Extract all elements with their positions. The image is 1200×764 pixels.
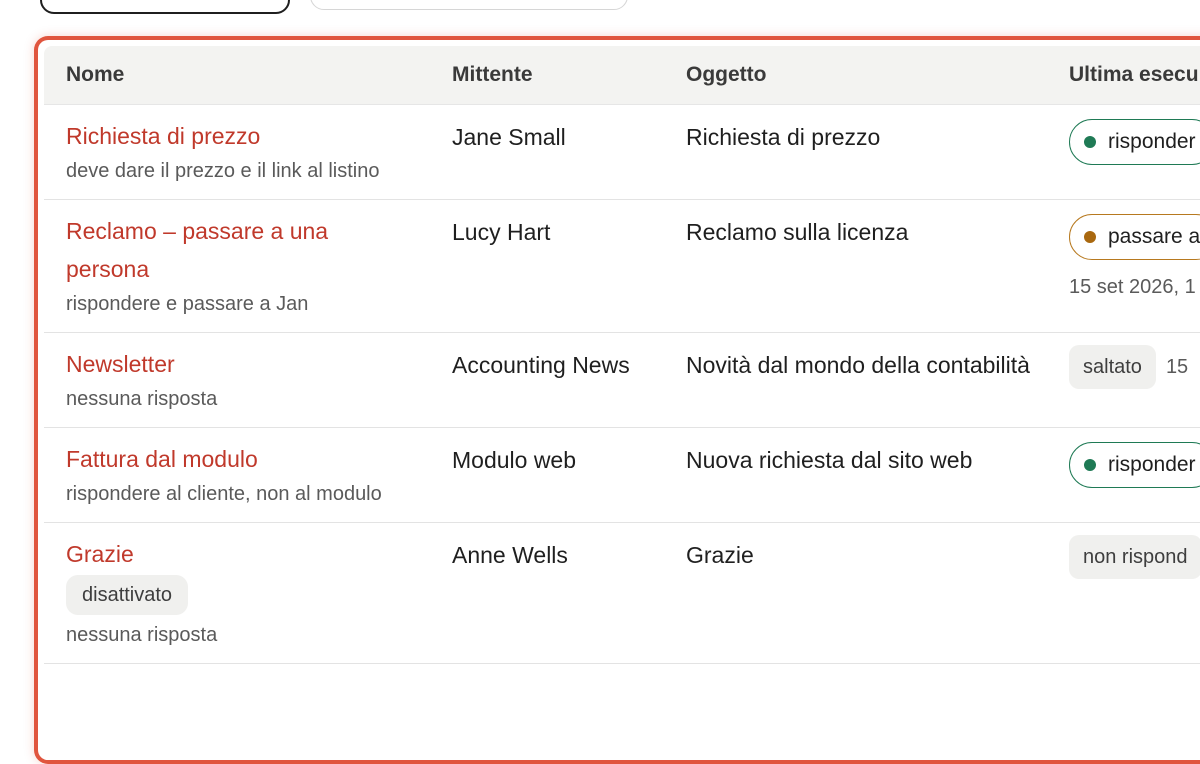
column-header-sender[interactable]: Mittente bbox=[430, 46, 664, 105]
rule-name-link[interactable]: Richiesta di prezzo bbox=[66, 117, 414, 155]
rule-description: rispondere e passare a Jan bbox=[66, 292, 309, 315]
subject-cell: Reclamo sulla licenza bbox=[664, 199, 1047, 333]
status-badge: non rispond bbox=[1069, 534, 1200, 579]
table-row[interactable]: Newsletter nessuna risposta Accounting N… bbox=[44, 332, 1200, 428]
rule-cell: Richiesta di prezzo deve dare il prezzo … bbox=[44, 104, 430, 200]
table-row[interactable]: Reclamo – passare a una persona risponde… bbox=[44, 199, 1200, 333]
sender-cell: Jane Small bbox=[430, 104, 664, 200]
rule-description: nessuna risposta bbox=[66, 623, 218, 646]
last-run-cell: saltato 15 bbox=[1047, 332, 1200, 428]
status-label: risponder bbox=[1108, 452, 1196, 476]
rule-cell: Newsletter nessuna risposta bbox=[44, 332, 430, 428]
sender-cell: Modulo web bbox=[430, 427, 664, 523]
rule-cell: Fattura dal modulo rispondere al cliente… bbox=[44, 427, 430, 523]
last-run-cell: risponder bbox=[1047, 104, 1200, 200]
rules-table-panel: Nome Mittente Oggetto Ultima esecu Richi… bbox=[44, 46, 1200, 760]
status-badge: risponder bbox=[1069, 441, 1200, 488]
status-dot-icon bbox=[1084, 230, 1096, 243]
status-dot-icon bbox=[1084, 135, 1096, 148]
subject-cell: Nuova richiesta dal sito web bbox=[664, 427, 1047, 523]
rule-description: deve dare il prezzo e il link al listino bbox=[66, 159, 380, 182]
table-header-row: Nome Mittente Oggetto Ultima esecu bbox=[44, 46, 1200, 105]
table-row[interactable]: Fattura dal modulo rispondere al cliente… bbox=[44, 427, 1200, 523]
last-run-date: 15 set 2026, 1 bbox=[1069, 275, 1196, 298]
last-run-cell: non rispond bbox=[1047, 522, 1200, 664]
column-header-subject[interactable]: Oggetto bbox=[664, 46, 1047, 105]
rule-description: nessuna risposta bbox=[66, 387, 218, 410]
last-run-date: 15 bbox=[1165, 355, 1189, 378]
rule-description: rispondere al cliente, non al modulo bbox=[66, 482, 382, 505]
subject-cell: Novità dal mondo della contabilità bbox=[664, 332, 1047, 428]
subject-cell: Richiesta di prezzo bbox=[664, 104, 1047, 200]
table-row[interactable]: Richiesta di prezzo deve dare il prezzo … bbox=[44, 104, 1200, 200]
rules-table-highlight: Nome Mittente Oggetto Ultima esecu Richi… bbox=[34, 36, 1200, 764]
subject-cell: Grazie bbox=[664, 522, 1047, 664]
disabled-tag: disattivato bbox=[66, 574, 189, 615]
toolbar-search-input[interactable] bbox=[310, 0, 628, 10]
rule-cell: Reclamo – passare a una persona risponde… bbox=[44, 199, 430, 333]
rule-name-link[interactable]: Grazie bbox=[66, 535, 414, 573]
status-badge: passare a bbox=[1069, 213, 1200, 260]
sender-cell: Accounting News bbox=[430, 332, 664, 428]
sender-cell: Lucy Hart bbox=[430, 199, 664, 333]
rules-table: Nome Mittente Oggetto Ultima esecu Richi… bbox=[44, 46, 1200, 664]
status-badge: saltato bbox=[1069, 344, 1156, 389]
sender-cell: Anne Wells bbox=[430, 522, 664, 664]
status-dot-icon bbox=[1084, 458, 1096, 471]
rule-cell: Grazie disattivato nessuna risposta bbox=[44, 522, 430, 664]
rule-name-link[interactable]: Newsletter bbox=[66, 345, 414, 383]
table-row[interactable]: Grazie disattivato nessuna risposta Anne… bbox=[44, 522, 1200, 664]
rule-name-link[interactable]: Reclamo – passare a una persona bbox=[66, 212, 414, 288]
rule-name-link[interactable]: Fattura dal modulo bbox=[66, 440, 414, 478]
status-label: risponder bbox=[1108, 129, 1196, 153]
top-toolbar bbox=[0, 0, 1200, 20]
status-badge: risponder bbox=[1069, 118, 1200, 165]
status-label: passare a bbox=[1108, 224, 1200, 248]
last-run-cell: passare a 15 set 2026, 1 bbox=[1047, 199, 1200, 333]
column-header-last-run[interactable]: Ultima esecu bbox=[1047, 46, 1200, 105]
last-run-cell: risponder bbox=[1047, 427, 1200, 523]
toolbar-button[interactable] bbox=[40, 0, 290, 14]
column-header-name[interactable]: Nome bbox=[44, 46, 430, 105]
